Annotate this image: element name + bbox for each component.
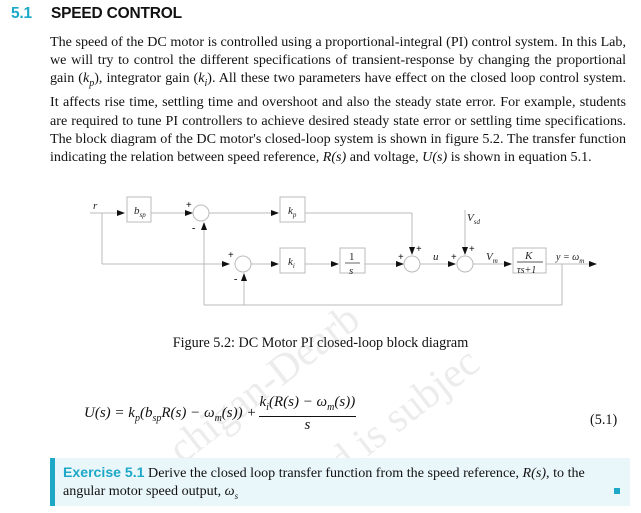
para-text: and voltage, xyxy=(346,149,423,166)
sign-plus: + xyxy=(228,250,234,261)
Rs-symbol: R(s) xyxy=(322,149,347,166)
sign-minus: - xyxy=(192,223,195,234)
sum-junction-2 xyxy=(234,255,252,273)
output-label: y = ωm xyxy=(555,252,584,265)
sum-junction-1 xyxy=(192,204,210,222)
kp-symbol: kp xyxy=(82,70,95,90)
sign-plus: + xyxy=(186,200,192,211)
exercise-text: Derive the closed loop transfer function… xyxy=(144,465,523,481)
sum-junction-3 xyxy=(403,255,421,273)
integrator-den: s xyxy=(349,265,353,277)
figure-caption: Figure 5.2: DC Motor PI closed-loop bloc… xyxy=(172,335,469,351)
ki-symbol: ki xyxy=(198,70,208,90)
section-number: 5.1 xyxy=(11,5,32,22)
qed-marker-icon xyxy=(614,488,620,494)
Rs-symbol: R(s) xyxy=(522,465,547,481)
eq-denominator: s xyxy=(304,417,311,433)
exercise-label: Exercise 5.1 xyxy=(63,464,145,480)
vm-label: Vm xyxy=(486,251,498,265)
body-paragraph: The speed of the DC motor is controlled … xyxy=(50,33,626,166)
plant-den: τs+1 xyxy=(517,265,536,276)
vsd-label: Vsd xyxy=(467,212,480,226)
section-heading: 5.1 SPEED CONTROL xyxy=(11,5,182,23)
sign-minus: - xyxy=(234,274,237,285)
eq-numerator: ki(R(s) − ωm(s)) xyxy=(258,394,357,417)
sum-junction-4 xyxy=(456,255,474,273)
u-label: u xyxy=(433,251,439,263)
Us-symbol: U(s) xyxy=(422,149,448,166)
equation-5-1: U(s) = kp(bspR(s) − ωm(s)) + ki(R(s) − ω… xyxy=(84,394,357,434)
block-diagram: r bsp kp ki 1 s K τs+1 u Vsd Vm y = ωm +… xyxy=(90,196,597,306)
para-text: is shown in equation 5.1. xyxy=(447,149,592,166)
section-title: SPEED CONTROL xyxy=(51,5,182,22)
eq-lhs: U(s) = kp(bspR(s) − ωm(s)) + xyxy=(84,404,257,424)
omega-symbol: ωs xyxy=(224,483,239,502)
para-text: ), integrator gain ( xyxy=(94,70,199,87)
plant-num: K xyxy=(524,250,533,262)
bsp-label: bsp xyxy=(134,205,146,219)
sign-plus: + xyxy=(398,252,404,263)
sign-plus: + xyxy=(469,244,475,255)
sign-plus: + xyxy=(451,252,457,263)
exercise-box: Exercise 5.1 Derive the closed loop tran… xyxy=(50,458,630,506)
watermark: chigan-Dearb xyxy=(160,295,369,473)
eq-fraction: ki(R(s) − ωm(s)) s xyxy=(258,394,357,434)
input-label: r xyxy=(93,200,98,212)
ki-label: ki xyxy=(288,256,295,270)
equation-number: (5.1) xyxy=(590,412,618,428)
kp-label: kp xyxy=(288,205,297,219)
sign-plus: + xyxy=(416,244,422,255)
integrator-num: 1 xyxy=(349,251,355,263)
